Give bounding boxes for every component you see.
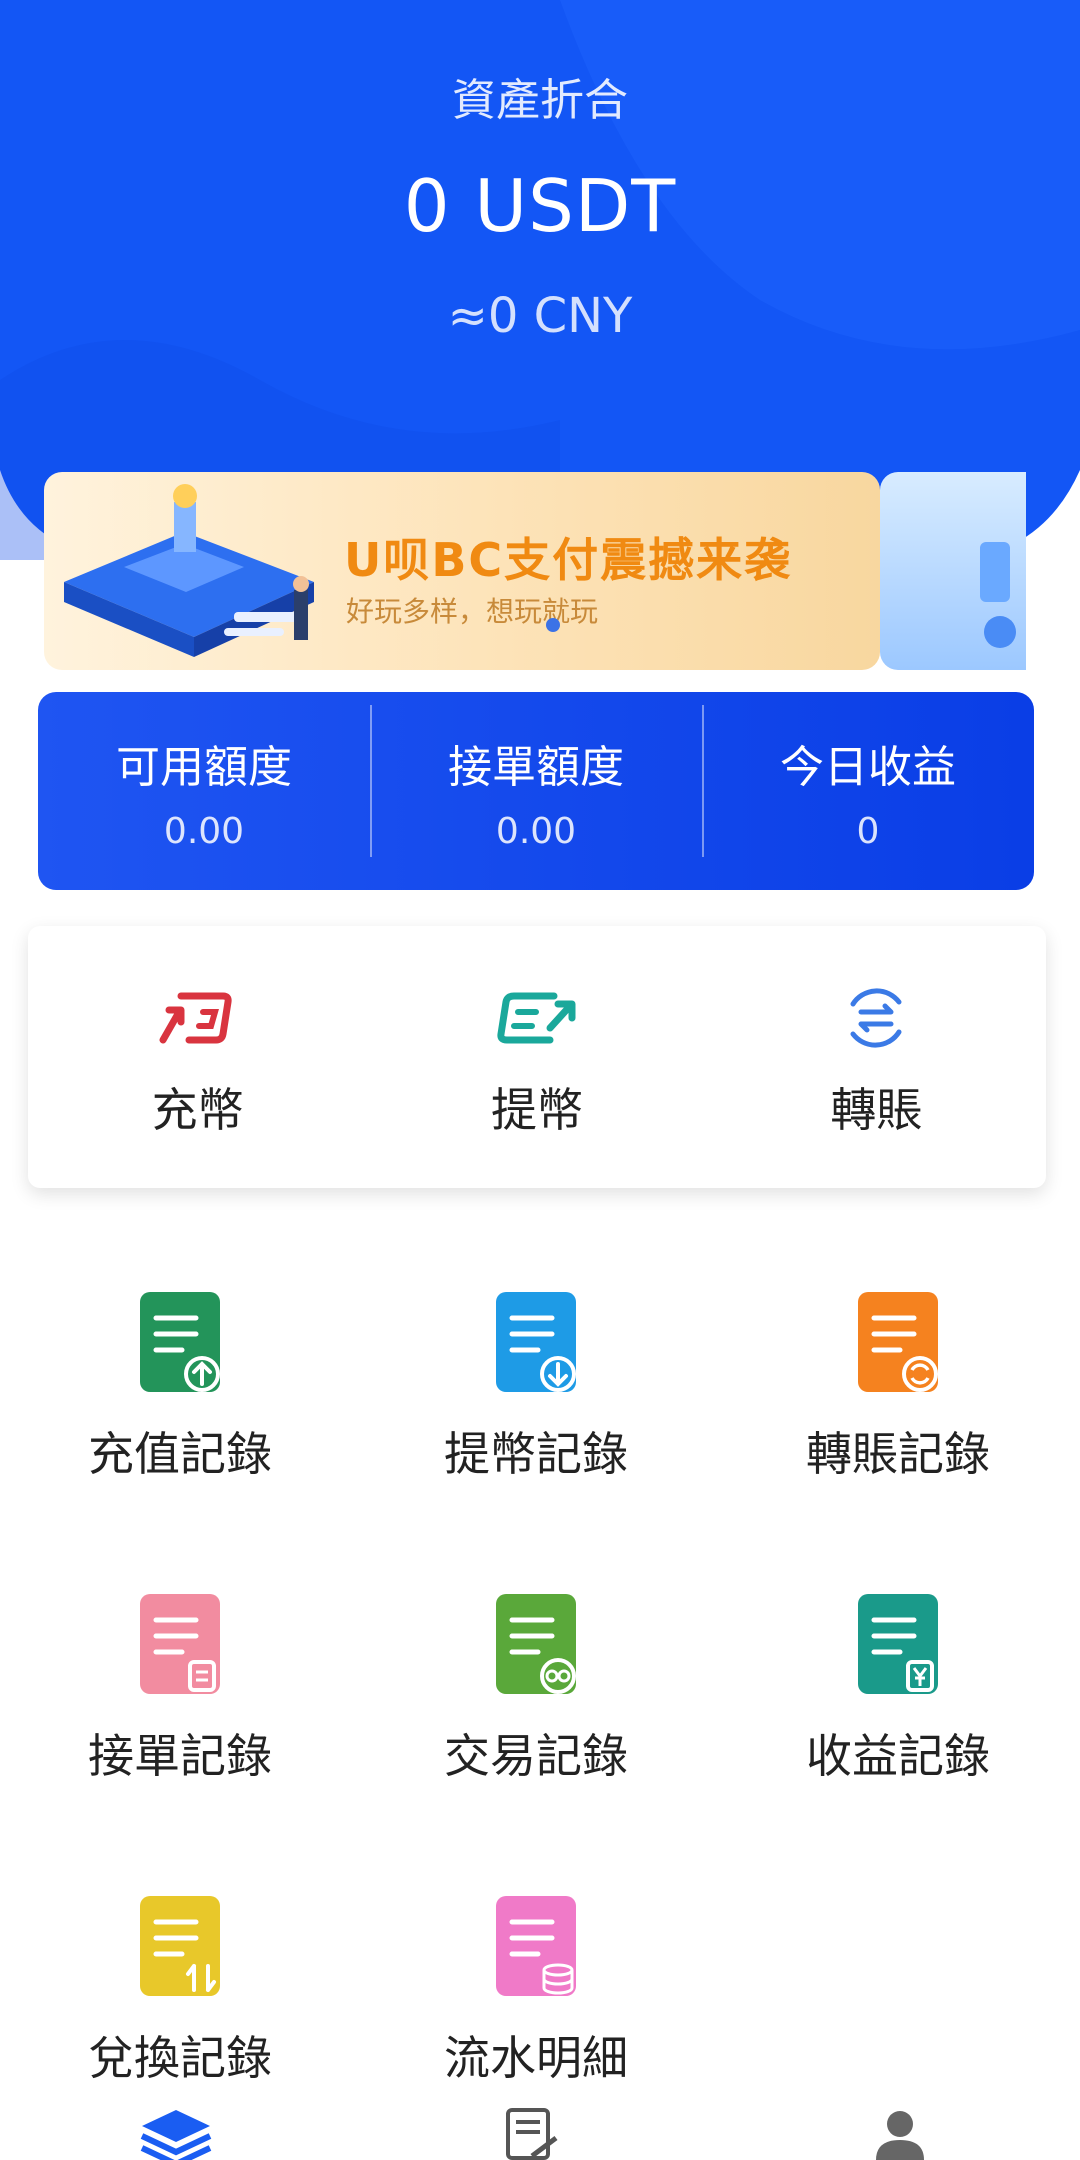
stat-order-quota: 接單額度 0.00 [370, 704, 702, 857]
exchange-record-icon [140, 1896, 220, 1996]
layers-icon [140, 2110, 212, 2160]
flow-detail-button[interactable]: 流水明細 [356, 1894, 716, 2088]
order-record-label: 接單記錄 [88, 1729, 272, 1783]
quota-stats-card: 可用額度 0.00 接單額度 0.00 今日收益 0 [38, 692, 1034, 890]
stat-value: 0.00 [163, 810, 245, 852]
trade-record-icon [496, 1594, 576, 1694]
recharge-record-label: 充值記錄 [88, 1427, 272, 1481]
asset-total-cny: ≈0 CNY [447, 288, 633, 344]
deposit-button[interactable]: 充幣 [28, 926, 367, 1188]
deposit-label: 充幣 [151, 1083, 244, 1137]
recharge-record-button[interactable]: 充值記錄 [0, 1290, 360, 1484]
deposit-icon [159, 992, 232, 1044]
transfer-icon [850, 988, 902, 1048]
withdraw-record-button[interactable]: 提幣記錄 [356, 1290, 716, 1484]
withdraw-button[interactable]: 提幣 [367, 926, 706, 1188]
banner-illustration [64, 484, 314, 657]
withdraw-icon [497, 992, 576, 1044]
stat-value: 0 [856, 810, 880, 852]
stat-label: 今日收益 [780, 741, 956, 793]
nav-home[interactable] [140, 2108, 212, 2160]
exchange-record-label: 兌換記錄 [88, 2031, 272, 2085]
banner-subtitle: 好玩多样，想玩就玩 [346, 595, 599, 628]
asset-total-label: 資產折合 [452, 75, 628, 126]
stat-label: 接單額度 [448, 741, 624, 793]
income-record-label: 收益記錄 [806, 1729, 990, 1783]
stat-available-quota: 可用額度 0.00 [38, 731, 370, 852]
stat-today-income: 今日收益 0 [702, 704, 1034, 857]
transfer-record-button[interactable]: 轉賬記錄 [718, 1290, 1078, 1484]
stat-value: 0.00 [495, 810, 577, 852]
banner-title: U呗BC支付震撼来袭 [344, 533, 793, 587]
banner-pagination-dot[interactable] [546, 618, 560, 632]
trade-record-label: 交易記錄 [444, 1729, 628, 1783]
withdraw-record-icon [496, 1292, 576, 1392]
transfer-button[interactable]: 轉賬 [707, 926, 1046, 1188]
promo-banner-next[interactable] [880, 472, 1026, 670]
flow-detail-icon [496, 1896, 576, 1996]
nav-records[interactable] [502, 2108, 562, 2160]
banner-next-illustration [980, 542, 1016, 648]
document-edit-icon [506, 2108, 558, 2160]
order-record-button[interactable]: 接單記錄 [0, 1592, 360, 1786]
income-record-icon [858, 1594, 938, 1694]
promo-banner[interactable]: U呗BC支付震撼来袭 好玩多样，想玩就玩 [44, 472, 880, 670]
quick-actions-card: 充幣 提幣 轉賬 [28, 926, 1046, 1188]
transfer-label: 轉賬 [830, 1083, 923, 1137]
nav-profile[interactable] [872, 2108, 928, 2160]
recharge-record-icon [140, 1292, 220, 1392]
transfer-record-label: 轉賬記錄 [806, 1427, 990, 1481]
income-record-button[interactable]: 收益記錄 [718, 1592, 1078, 1786]
flow-detail-label: 流水明細 [444, 2031, 628, 2085]
stat-label: 可用額度 [116, 741, 292, 793]
withdraw-label: 提幣 [490, 1083, 583, 1137]
asset-total-amount: 0 USDT [403, 164, 677, 248]
bottom-nav [0, 2100, 1080, 2160]
user-icon [876, 2111, 924, 2160]
exchange-record-button[interactable]: 兌換記錄 [0, 1894, 360, 2088]
withdraw-record-label: 提幣記錄 [444, 1427, 628, 1481]
trade-record-button[interactable]: 交易記錄 [356, 1592, 716, 1786]
transfer-record-icon [858, 1292, 938, 1392]
order-record-icon [140, 1594, 220, 1694]
